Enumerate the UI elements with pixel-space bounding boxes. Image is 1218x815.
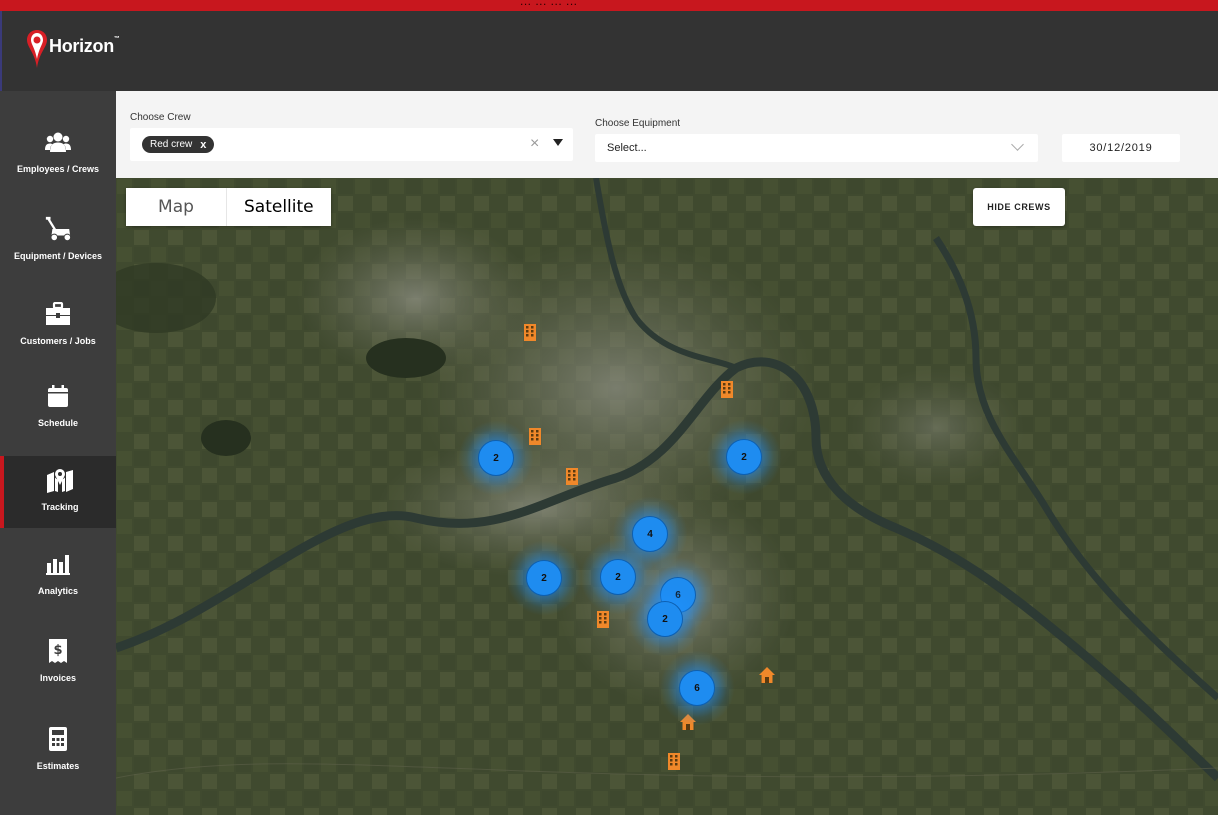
sidebar-item-label: Analytics xyxy=(37,586,79,596)
hide-crews-button[interactable]: HIDE CREWS xyxy=(973,188,1065,226)
sidebar-item-label: Invoices xyxy=(39,673,77,683)
calendar-icon xyxy=(44,382,72,410)
sidebar-item-invoices[interactable]: $ Invoices xyxy=(0,627,116,699)
map-pin-icon xyxy=(46,466,74,494)
sidebar-item-tracking[interactable]: Tracking xyxy=(0,456,116,528)
sidebar-item-label: Schedule xyxy=(37,418,78,428)
top-banner: ... ... ... ... xyxy=(0,0,1218,11)
lawnmower-icon xyxy=(44,215,72,243)
map-imagery xyxy=(116,178,1218,815)
building-icon[interactable] xyxy=(719,380,735,398)
building-icon[interactable] xyxy=(666,752,682,770)
sidebar-item-label: Equipment / Devices xyxy=(13,251,103,261)
sidebar-item-label: Employees / Crews xyxy=(16,164,100,174)
crew-chip-label: Red crew xyxy=(150,139,193,150)
choose-equipment-label: Choose Equipment xyxy=(595,118,681,129)
dropdown-caret-icon[interactable] xyxy=(553,139,563,146)
map-type-map-button[interactable]: Map xyxy=(126,188,226,226)
clear-crew-icon[interactable]: × xyxy=(530,135,539,153)
cluster-count: 6 xyxy=(679,670,715,706)
crew-select[interactable]: Red crew x × xyxy=(130,128,573,161)
sidebar-item-analytics[interactable]: Analytics xyxy=(0,540,116,612)
logo[interactable]: Horizon™ xyxy=(26,29,120,69)
satellite-map[interactable]: Map Satellite HIDE CREWS 2 2 4 2 2 6 2 6 xyxy=(116,178,1218,815)
building-icon[interactable] xyxy=(522,323,538,341)
sidebar-item-employees-crews[interactable]: Employees / Crews xyxy=(0,118,116,190)
building-icon[interactable] xyxy=(564,467,580,485)
house-icon[interactable] xyxy=(759,666,775,684)
crew-cluster[interactable]: 6 xyxy=(659,650,735,726)
sidebar: Employees / Crews Equipment / Devices Cu… xyxy=(0,91,116,815)
logo-text: Horizon™ xyxy=(49,35,120,56)
cluster-count: 2 xyxy=(526,560,562,596)
crew-cluster[interactable]: 2 xyxy=(706,419,782,495)
sidebar-item-label: Estimates xyxy=(36,761,80,771)
crew-cluster[interactable]: 2 xyxy=(506,540,582,616)
crew-cluster[interactable]: 2 xyxy=(458,420,534,496)
filter-bar: Choose Crew Red crew x × Choose Equipmen… xyxy=(116,91,1218,178)
calculator-icon xyxy=(44,725,72,753)
crew-cluster[interactable]: 2 xyxy=(627,581,703,657)
app-header: Horizon™ xyxy=(0,11,1218,91)
equipment-placeholder: Select... xyxy=(607,142,647,154)
crew-chip: Red crew x xyxy=(142,136,215,153)
chip-remove-icon[interactable]: x xyxy=(200,139,206,151)
sidebar-item-schedule[interactable]: Schedule xyxy=(0,372,116,444)
invoice-icon: $ xyxy=(44,637,72,665)
equipment-select[interactable]: Select... xyxy=(595,134,1038,162)
banner-text: ... ... ... ... xyxy=(520,0,578,8)
bar-chart-icon xyxy=(44,550,72,578)
sidebar-item-estimates[interactable]: Estimates xyxy=(0,715,116,787)
cluster-count: 2 xyxy=(726,439,762,475)
choose-crew-label: Choose Crew xyxy=(130,112,191,123)
users-icon xyxy=(44,128,72,156)
cluster-count: 2 xyxy=(647,601,683,637)
briefcase-icon xyxy=(44,300,72,328)
sidebar-item-label: Tracking xyxy=(41,502,79,512)
chevron-down-icon xyxy=(1011,138,1024,151)
map-type-satellite-button[interactable]: Satellite xyxy=(226,188,331,226)
sidebar-item-customers-jobs[interactable]: Customers / Jobs xyxy=(0,290,116,362)
cluster-count: 2 xyxy=(478,440,514,476)
sidebar-item-label: Customers / Jobs xyxy=(20,336,96,346)
sidebar-item-equipment-devices[interactable]: Equipment / Devices xyxy=(0,205,116,277)
cluster-count: 2 xyxy=(600,559,636,595)
svg-text:$: $ xyxy=(53,643,62,658)
date-picker[interactable]: 30/12/2019 xyxy=(1062,134,1180,162)
map-type-control: Map Satellite xyxy=(126,188,331,226)
logo-pin-icon xyxy=(27,30,47,68)
